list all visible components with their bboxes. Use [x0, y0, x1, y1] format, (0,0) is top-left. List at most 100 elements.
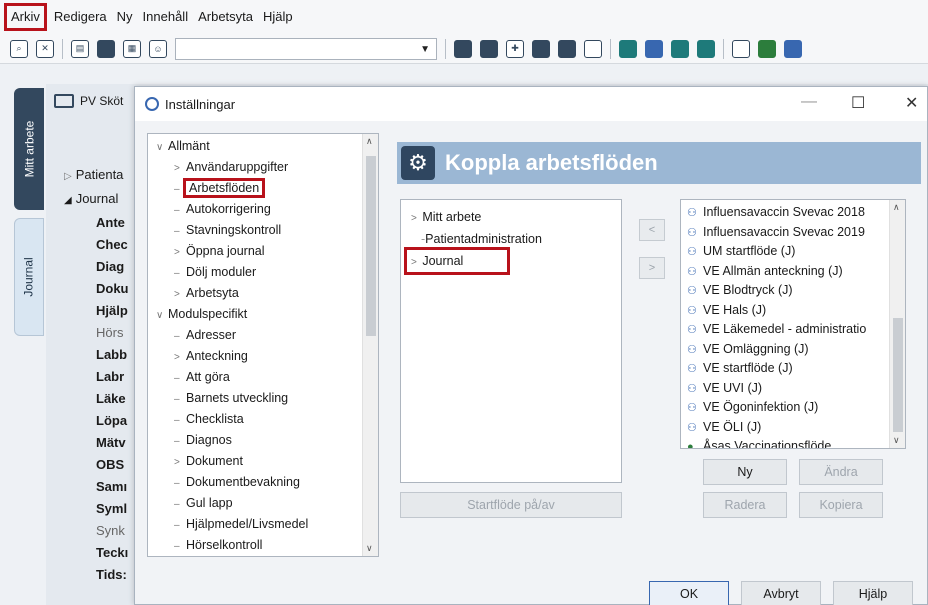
tree-item[interactable]: Labr [64, 366, 129, 388]
tree-item[interactable]: Mätv [64, 432, 129, 454]
flow-target-journal[interactable]: > Journal [404, 247, 510, 275]
workflow-scrollbar[interactable]: ∧ ∨ [889, 200, 905, 448]
window-icon[interactable] [732, 39, 750, 58]
checklist-icon[interactable] [645, 39, 663, 58]
menu-arbetsyta[interactable]: Arbetsyta [193, 5, 258, 29]
tree-item-journal[interactable]: ◢ Journal [64, 188, 129, 212]
minimize-panel-icon[interactable] [558, 39, 576, 58]
move-left-button[interactable]: < [639, 219, 665, 241]
ok-button[interactable]: OK [649, 581, 729, 605]
tree-item[interactable]: Diag [64, 256, 129, 278]
scroll-thumb[interactable] [366, 156, 376, 336]
settings-tree-item[interactable]: – Adresser [148, 325, 378, 346]
workflow-item[interactable]: ⚇ VE Läkemedel - administratio [681, 320, 905, 340]
workflow-item[interactable]: ● Åsas Vaccinationsflöde [681, 437, 905, 448]
tree-item[interactable]: OBS [64, 454, 129, 476]
settings-tree-item[interactable]: ∨ Allmänt [148, 136, 378, 157]
maximize-icon[interactable]: ☐ [851, 93, 865, 113]
settings-tree-item[interactable]: > Anteckning [148, 346, 378, 367]
workflow-item[interactable]: ⚇ VE Omläggning (J) [681, 340, 905, 360]
scroll-down-icon[interactable]: ∨ [893, 435, 900, 446]
menu-redigera[interactable]: Redigera [49, 5, 112, 29]
calendar-icon[interactable] [697, 39, 715, 58]
layout-icon[interactable] [532, 39, 550, 58]
chevron-right-icon[interactable]: > [174, 347, 186, 368]
settings-tree-item[interactable]: ∨ Modulspecifikt [148, 304, 378, 325]
scroll-thumb[interactable] [893, 318, 903, 432]
add-module-icon[interactable]: ✚ [506, 39, 524, 58]
cancel-button[interactable]: Avbryt [741, 581, 821, 605]
settings-tree-item[interactable]: – Hörselkontroll [148, 535, 378, 556]
grid-icon[interactable] [480, 39, 498, 58]
scroll-up-icon[interactable]: ∧ [366, 136, 373, 147]
tree-item-patient[interactable]: ▷ Patienta [64, 164, 129, 188]
minimize-icon[interactable]: — [801, 93, 817, 111]
tree-item[interactable]: Ante [64, 212, 129, 234]
workflow-item[interactable]: ⚇ VE ÖLI (J) [681, 418, 905, 438]
tree-item[interactable]: Synk [64, 520, 129, 542]
menu-hjalp[interactable]: Hjälp [258, 5, 298, 29]
move-right-button[interactable]: > [639, 257, 665, 279]
tree-item[interactable]: Löpa [64, 410, 129, 432]
workflow-item[interactable]: ⚇ VE Allmän anteckning (J) [681, 262, 905, 282]
edit-workflow-button[interactable]: Ändra [799, 459, 883, 485]
scroll-up-icon[interactable]: ∧ [893, 202, 900, 213]
patient-select[interactable]: ▼ [175, 37, 437, 60]
menu-arkiv[interactable]: Arkiv [4, 3, 47, 31]
chevron-right-icon[interactable]: > [174, 242, 186, 263]
menu-innehall[interactable]: Innehåll [138, 5, 194, 29]
settings-tree-item[interactable]: – Att göra [148, 367, 378, 388]
journal-icon[interactable] [619, 39, 637, 58]
tab-mitt-arbete[interactable]: Mitt arbete [14, 88, 44, 210]
tree-item[interactable]: Labb [64, 344, 129, 366]
menu-ny[interactable]: Ny [112, 5, 138, 29]
chevron-right-icon[interactable]: > [174, 158, 186, 179]
tree-item[interactable]: Tids: [64, 564, 129, 586]
settings-tree-item[interactable]: – Arbetsflöden [148, 178, 378, 199]
settings-tree-item[interactable]: – Gul lapp [148, 493, 378, 514]
settings-icon[interactable] [784, 39, 802, 58]
tree-item[interactable]: Läke [64, 388, 129, 410]
tree-item[interactable]: Teckı [64, 542, 129, 564]
startflode-toggle-button[interactable]: Startflöde på/av [400, 492, 622, 518]
workflow-item[interactable]: ⚇ VE UVI (J) [681, 379, 905, 399]
chevron-right-icon[interactable]: > [174, 284, 186, 305]
document-icon[interactable] [97, 39, 115, 58]
tree-item[interactable]: Samı [64, 476, 129, 498]
settings-tree-item[interactable]: > Arbetsyta [148, 283, 378, 304]
settings-tree-item[interactable]: – Dölj moduler [148, 262, 378, 283]
delete-workflow-button[interactable]: Radera [703, 492, 787, 518]
close-patient-icon[interactable]: ✕ [36, 39, 54, 58]
flow-target-patientadministration[interactable]: -Patientadministration [401, 228, 621, 250]
close-icon[interactable]: ✕ [905, 93, 918, 113]
workflow-item[interactable]: ⚇ UM startflöde (J) [681, 242, 905, 262]
tree-item[interactable]: Syml [64, 498, 129, 520]
tree-item[interactable]: Hjälp [64, 300, 129, 322]
copy-workflow-button[interactable]: Kopiera [799, 492, 883, 518]
people-icon[interactable] [671, 39, 689, 58]
settings-tree-item[interactable]: – Autokorrigering [148, 199, 378, 220]
tree-item[interactable]: Hörs [64, 322, 129, 344]
help-button[interactable]: Hjälp [833, 581, 913, 605]
scroll-down-icon[interactable]: ∨ [366, 543, 373, 554]
settings-tree-item[interactable]: – Checklista [148, 409, 378, 430]
workflow-item[interactable]: ⚇ Influensavaccin Svevac 2019 [681, 223, 905, 243]
workflow-item[interactable]: ⚇ Influensavaccin Svevac 2018 [681, 203, 905, 223]
tree-scrollbar[interactable]: ∧ ∨ [362, 134, 378, 556]
settings-tree-item[interactable]: > Användaruppgifter [148, 157, 378, 178]
settings-tree-item[interactable]: – Dokumentbevakning [148, 472, 378, 493]
tab-journal[interactable]: Journal [14, 218, 44, 336]
search-icon[interactable]: ⌕ [10, 39, 28, 58]
empty-panel-icon[interactable] [584, 39, 602, 58]
workflow-item[interactable]: ⚇ VE Blodtryck (J) [681, 281, 905, 301]
settings-tree-item[interactable]: > Dokument [148, 451, 378, 472]
workflow-item[interactable]: ⚇ VE Hals (J) [681, 301, 905, 321]
chevron-down-icon[interactable]: ∨ [156, 305, 168, 326]
settings-tree-item[interactable]: – Hjälpmedel/Livsmedel [148, 514, 378, 535]
flow-target-mitt-arbete[interactable]: > Mitt arbete [401, 206, 621, 228]
print-icon[interactable]: ▤ [71, 39, 89, 58]
notes-icon[interactable]: ▦ [123, 39, 141, 58]
settings-tree-item[interactable]: – Diagnos [148, 430, 378, 451]
settings-tree-item[interactable]: – Stavningskontroll [148, 220, 378, 241]
chevron-down-icon[interactable]: ∨ [156, 137, 168, 158]
